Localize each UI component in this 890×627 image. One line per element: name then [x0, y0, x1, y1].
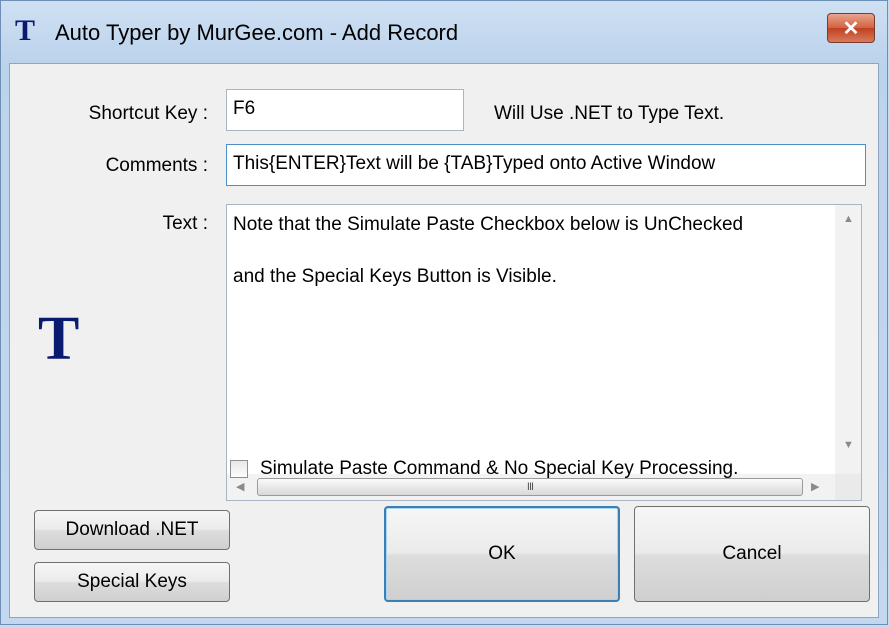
title-bar[interactable]: T Auto Typer by MurGee.com - Add Record …: [1, 1, 887, 63]
close-icon: ✕: [842, 17, 860, 40]
comments-input[interactable]: This{ENTER}Text will be {TAB}Typed onto …: [226, 144, 866, 186]
app-t-icon: T: [15, 14, 36, 47]
add-record-window: T Auto Typer by MurGee.com - Add Record …: [0, 0, 888, 625]
simulate-paste-checkbox[interactable]: [230, 460, 248, 478]
special-keys-button[interactable]: Special Keys: [34, 562, 230, 602]
comments-label: Comments :: [105, 155, 208, 176]
window-title: Auto Typer by MurGee.com - Add Record: [55, 20, 459, 45]
cancel-button[interactable]: Cancel: [634, 506, 870, 602]
ok-button[interactable]: OK: [384, 506, 620, 602]
logo-t-icon: T: [38, 305, 80, 373]
shortcut-key-label: Shortcut Key :: [88, 103, 208, 124]
dotnet-hint-text: Will Use .NET to Type Text.: [494, 103, 725, 124]
shortcut-key-input[interactable]: F6: [226, 89, 464, 131]
scroll-up-icon[interactable]: ▲: [843, 213, 854, 225]
scroll-right-icon[interactable]: ▶: [811, 481, 819, 493]
dialog-body: Shortcut Key : F6 Will Use .NET to Type …: [9, 63, 879, 618]
download-net-button[interactable]: Download .NET: [34, 510, 230, 550]
special-keys-label: Special Keys: [77, 571, 187, 592]
text-line: Note that the Simulate Paste Checkbox be…: [233, 214, 744, 235]
scroll-down-icon[interactable]: ▼: [843, 439, 854, 451]
vertical-scrollbar[interactable]: ▲ ▼: [835, 205, 861, 475]
ok-label: OK: [488, 543, 516, 564]
cancel-label: Cancel: [722, 543, 782, 564]
text-label: Text :: [162, 213, 208, 234]
scroll-corner: [835, 474, 861, 500]
scroll-left-icon[interactable]: ◀: [236, 481, 244, 493]
simulate-paste-label[interactable]: Simulate Paste Command & No Special Key …: [260, 457, 738, 481]
thumb-grip-icon: III: [526, 481, 534, 493]
download-net-label: Download .NET: [65, 519, 199, 540]
text-line: and the Special Keys Button is Visible.: [233, 266, 557, 287]
close-button[interactable]: ✕: [827, 13, 875, 43]
